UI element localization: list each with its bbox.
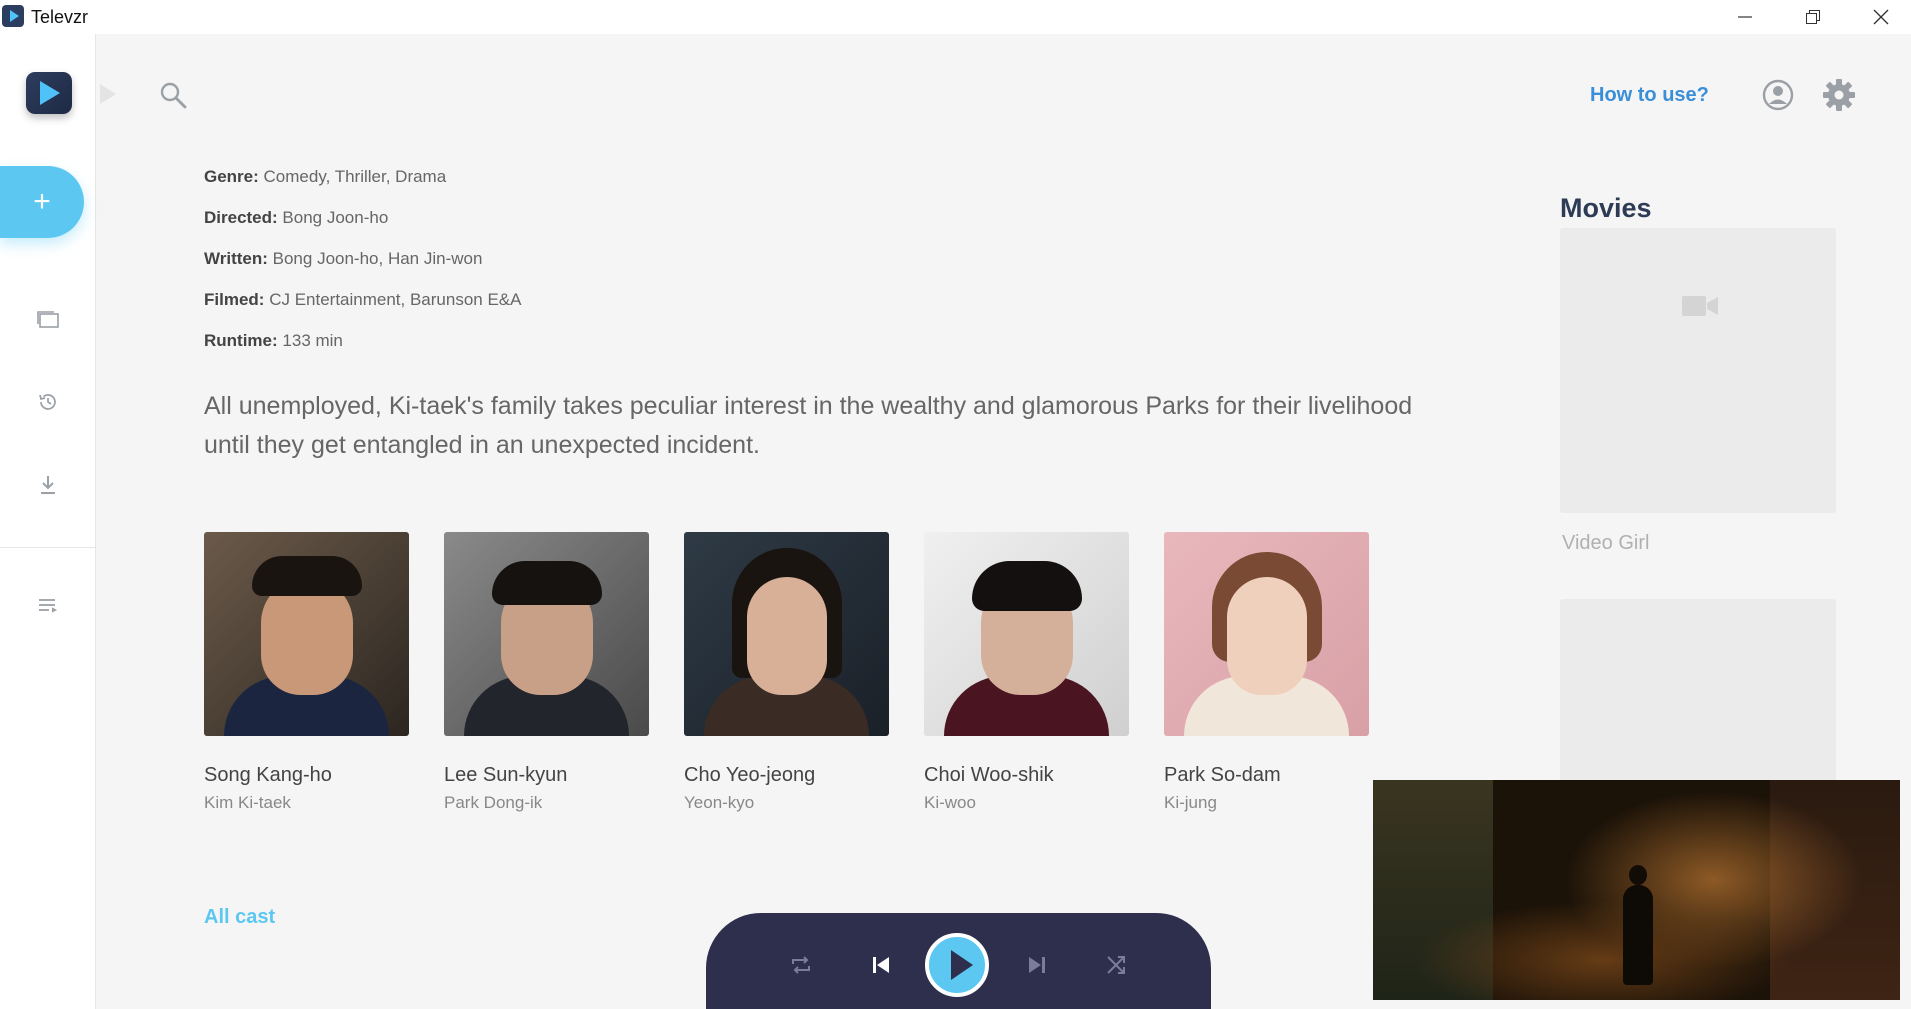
gear-icon[interactable] (1822, 78, 1856, 112)
televzr-logo[interactable] (26, 72, 72, 114)
runtime-row: Runtime: 133 min (204, 331, 1454, 372)
written-row: Written: Bong Joon-ho, Han Jin-won (204, 249, 1454, 290)
written-label: Written: (204, 249, 268, 268)
minimize-button[interactable] (1715, 0, 1775, 34)
cast-photo (684, 532, 889, 736)
search-icon[interactable] (158, 80, 188, 110)
movie-thumbnail[interactable] (1560, 599, 1836, 799)
movie-thumbnail[interactable] (1560, 228, 1836, 513)
cast-role: Ki-jung (1164, 793, 1217, 812)
app-logo-icon (2, 5, 24, 27)
synopsis: All unemployed, Ki-taek's family takes p… (204, 392, 1413, 459)
cast-photo (1164, 532, 1369, 736)
window-title: Televzr (31, 7, 89, 27)
filmed-row: Filmed: CJ Entertainment, Barunson E&A (204, 290, 1454, 331)
cast-name: Lee Sun-kyun (444, 764, 568, 786)
video-frame-figure (1623, 865, 1653, 985)
history-icon (39, 394, 56, 410)
runtime-value: 133 min (282, 331, 343, 350)
genre-row: Genre: Comedy, Thriller, Drama (204, 167, 1454, 208)
filmed-label: Filmed: (204, 290, 265, 309)
cast-card[interactable]: Choi Woo-shik Ki-woo (924, 532, 1129, 813)
how-to-use-link[interactable]: How to use? (1590, 84, 1709, 107)
account-icon[interactable] (1762, 79, 1794, 111)
player-controls (706, 913, 1211, 1009)
minimize-icon (1738, 16, 1752, 18)
playlist-icon (39, 599, 58, 613)
cast-role: Kim Ki-taek (204, 793, 291, 812)
movie-details: Genre: Comedy, Thriller, Drama Directed:… (204, 167, 1454, 372)
next-button[interactable] (1019, 947, 1055, 983)
download-icon (41, 476, 55, 494)
cast-card[interactable]: Cho Yeo-jeong Yeon-kyo (684, 532, 889, 813)
shuffle-icon (1107, 956, 1125, 974)
cast-name: Choi Woo-shik (924, 764, 1054, 786)
movie-title[interactable]: Video Girl (1562, 532, 1649, 555)
genre-label: Genre: (204, 167, 259, 186)
genre-value: Comedy, Thriller, Drama (263, 167, 447, 186)
cast-photo (924, 532, 1129, 736)
movies-section-title: Movies (1560, 193, 1652, 223)
cast-card[interactable]: Lee Sun-kyun Park Dong-ik (444, 532, 649, 813)
cast-role: Ki-woo (924, 793, 976, 812)
sidebar-divider (0, 547, 96, 548)
cast-role: Yeon-kyo (684, 793, 755, 812)
runtime-label: Runtime: (204, 331, 278, 350)
shuffle-button[interactable] (1098, 947, 1134, 983)
close-button[interactable] (1851, 0, 1911, 34)
previous-button[interactable] (863, 947, 899, 983)
cast-name: Cho Yeo-jeong (684, 764, 816, 786)
skip-next-icon (1029, 957, 1045, 973)
skip-previous-icon (873, 957, 889, 973)
ghost-logo-icon (100, 84, 116, 104)
video-frame-street (1413, 900, 1793, 1000)
close-icon (1873, 9, 1889, 25)
all-cast-link[interactable]: All cast (204, 906, 275, 929)
video-camera-icon (1682, 296, 1718, 316)
cast-photo (204, 532, 409, 736)
directed-value: Bong Joon-ho (282, 208, 389, 227)
directed-label: Directed: (204, 208, 278, 227)
restore-button[interactable] (1783, 0, 1843, 34)
cast-card[interactable]: Song Kang-ho Kim Ki-taek (204, 532, 409, 813)
sidebar-item-downloads[interactable] (30, 467, 66, 503)
cast-name: Song Kang-ho (204, 764, 332, 786)
mini-video-player[interactable] (1373, 780, 1900, 1000)
sidebar-item-playlist[interactable] (30, 587, 66, 623)
add-button[interactable]: + (0, 166, 84, 238)
cast-role: Park Dong-ik (444, 793, 543, 812)
directed-row: Directed: Bong Joon-ho (204, 208, 1454, 249)
cast-card[interactable]: Park So-dam Ki-jung (1164, 532, 1369, 813)
repeat-icon (792, 956, 810, 974)
play-button[interactable] (925, 933, 989, 997)
library-icon (37, 311, 59, 328)
title-bar: Televzr (0, 0, 1911, 34)
sidebar-item-library[interactable] (30, 301, 66, 337)
restore-icon (1806, 10, 1820, 24)
sidebar-item-history[interactable] (30, 384, 66, 420)
filmed-value: CJ Entertainment, Barunson E&A (269, 290, 522, 309)
repeat-button[interactable] (783, 947, 819, 983)
cast-name: Park So-dam (1164, 764, 1281, 786)
cast-photo (444, 532, 649, 736)
sidebar: + (0, 34, 96, 1009)
written-value: Bong Joon-ho, Han Jin-won (272, 249, 483, 268)
